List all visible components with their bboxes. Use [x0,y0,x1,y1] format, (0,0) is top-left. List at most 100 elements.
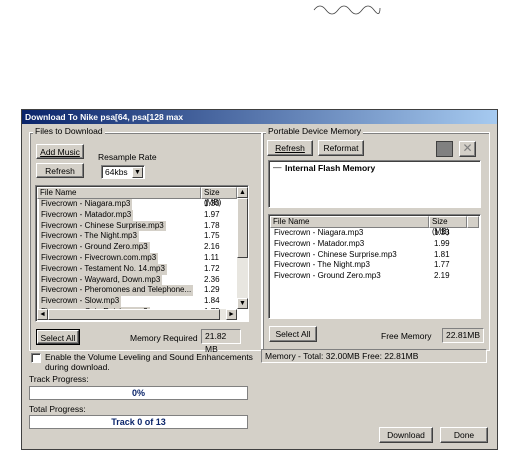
list-item[interactable]: Fivecrown - The Night.mp3 1.77 [270,260,464,271]
file-name-cell: Fivecrown - The Night.mp3 [274,260,370,270]
device-memory-status: Memory - Total: 32.00MB Free: 22.81MB [261,349,487,363]
device-refresh-button[interactable]: Refresh [267,140,313,156]
dropdown-arrow-icon[interactable]: ▼ [132,167,143,178]
list-item[interactable]: Fivecrown - Niagara.mp3 1.30 [37,199,234,210]
done-button[interactable]: Done [440,427,488,443]
dialog-title: Download To Nike psa[64, psa[128 max [22,110,497,124]
file-size-cell: 2.19 [434,271,450,281]
list-item[interactable]: Fivecrown - Pheromones and Telephone... 1… [37,285,234,297]
refresh-label: Refresh [45,166,75,176]
device-col-header-filler [467,216,479,228]
file-name-cell: Fivecrown - Fivecrown.com.mp3 [39,253,159,264]
list-item[interactable]: Fivecrown - Wayward, Down.mp3 2.36 [37,274,234,286]
list-item[interactable]: Fivecrown - Chinese Surprise.mp3 1.78 [37,220,234,232]
add-music-button[interactable]: Add Music [36,144,84,159]
file-size-cell: 1.84 [204,296,220,306]
file-name-cell: Fivecrown - Chinese Surprise.mp3 [274,249,397,259]
resample-rate-select[interactable]: 64kbs ▼ [101,165,145,179]
total-progress-bar: Track 0 of 13 [29,415,248,429]
col-header-size[interactable]: Size (MB) [201,187,237,207]
list-item[interactable]: Fivecrown - Chinese Surprise.mp3 1.81 [270,250,464,261]
vertical-scrollbar[interactable]: ▲ ▼ [237,187,248,309]
free-memory-value: 22.81MB [442,328,484,343]
resample-rate-value: 64kbs [105,167,128,177]
files-group-label: Files to Download [33,126,105,136]
col-header-file-name[interactable]: File Name [37,187,201,199]
list-item[interactable]: Fivecrown - Testament No. 14.mp3 1.72 [37,263,234,275]
file-name-cell: Fivecrown - Matador.mp3 [39,209,134,221]
file-size-cell: 1.75 [204,231,220,241]
list-item[interactable]: Fivecrown - Ground Zero.mp3 2.16 [37,242,234,253]
download-label: Download [387,430,425,440]
scroll-up-icon[interactable]: ▲ [237,187,248,198]
reformat-button[interactable]: Reformat [318,140,364,156]
device-col-header-size[interactable]: Size (MB) [429,216,467,236]
file-name-cell: Fivecrown - Wayward, Down.mp3 [39,274,163,286]
horizontal-scrollbar[interactable]: ◄ ► [37,309,237,320]
track-progress-bar: 0% [29,386,248,400]
file-name-cell: Fivecrown - Niagara.mp3 [274,228,364,237]
list-item[interactable]: Fivecrown - Ground Zero.mp3 2.19 [270,271,464,282]
file-size-cell: 1.33 [434,228,450,237]
file-name-cell: Fivecrown - Niagara.mp3 [39,199,133,210]
file-size-cell: 1.81 [434,249,450,259]
volume-leveling-label-line1: Enable the Volume Leveling and Sound Enh… [45,352,253,362]
device-select-all-button[interactable]: Select All [269,326,317,342]
list-item[interactable]: Fivecrown - Fivecrown.com.mp3 1.11 [37,253,234,264]
file-size-cell: 1.11 [204,253,219,262]
scroll-right-icon[interactable]: ► [226,309,237,320]
file-size-cell: 2.16 [204,242,220,252]
resample-rate-label: Resample Rate [98,152,157,162]
device-col-header-file-name[interactable]: File Name [270,216,429,228]
list-item[interactable]: Fivecrown - Slow.mp3 1.84 [37,296,234,307]
download-button[interactable]: Download [379,427,433,443]
vertical-scroll-thumb[interactable] [237,198,248,258]
file-name-cell: Fivecrown - The Night.mp3 [39,231,139,243]
volume-leveling-checkbox[interactable] [31,353,41,363]
list-item[interactable]: Fivecrown - Matador.mp3 1.99 [270,239,464,250]
list-item[interactable]: Fivecrown - Matador.mp3 1.97 [37,209,234,221]
file-name-cell: Fivecrown - Ground Zero.mp3 [274,271,381,281]
memory-required-label: Memory Required [130,333,198,343]
file-name-cell: Fivecrown - Slow.mp3 [39,296,122,307]
file-size-cell: 1.99 [434,238,450,248]
add-music-label: Add Music [40,147,80,157]
device-select-all-label: Select All [275,329,311,339]
free-memory-label: Free Memory [381,331,432,341]
download-dialog: Download To Nike psa[64, psa[128 max Fil… [21,109,498,450]
delete-x-icon[interactable]: ✕ [459,141,476,157]
file-name-cell: Fivecrown - Ground Zero.mp3 [39,242,150,253]
tree-branch-icon: — [273,162,282,172]
scroll-left-icon[interactable]: ◄ [37,309,48,320]
file-name-cell: Fivecrown - Pheromones and Telephone... [39,285,194,297]
done-label: Done [453,430,475,440]
file-size-cell: 1.29 [204,285,220,295]
select-all-label: Select All [40,333,76,343]
horizontal-scroll-thumb[interactable] [48,309,220,320]
list-item[interactable]: Fivecrown - The Night.mp3 1.75 [37,231,234,243]
device-files-list[interactable]: File Name Size (MB) Fivecrown - Niagara.… [268,214,481,319]
memory-required-value: 21.82 MB [201,329,241,354]
file-size-cell: 1.77 [434,260,450,270]
file-size-cell: 2.36 [204,274,220,284]
file-size-cell: 1.72 [204,263,220,273]
refresh-button[interactable]: Refresh [36,163,84,178]
file-name-cell: Fivecrown - Testament No. 14.mp3 [39,263,167,275]
squiggle-decoration [313,5,381,15]
reformat-label: Reformat [323,143,359,153]
volume-leveling-label-line2: during download. [45,362,110,372]
tree-item-internal-flash[interactable]: Internal Flash Memory [285,163,375,173]
device-refresh-label: Refresh [275,143,305,153]
files-list[interactable]: File Name Size (MB) Fivecrown - Niagara.… [35,185,249,322]
select-all-files-button[interactable]: Select All [36,329,80,345]
device-memory-tree[interactable]: — Internal Flash Memory [268,160,481,208]
stop-square-icon[interactable] [436,141,453,157]
scroll-down-icon[interactable]: ▼ [237,298,248,309]
track-progress-label: Track Progress: [29,374,89,384]
device-group-label: Portable Device Memory [266,126,364,136]
file-size-cell: 1.97 [204,209,220,219]
file-size-cell: 1.78 [204,220,220,230]
file-name-cell: Fivecrown - Chinese Surprise.mp3 [39,220,166,232]
file-size-cell: 1.30 [204,199,220,208]
list-item[interactable]: Fivecrown - Niagara.mp3 1.33 [270,228,464,239]
